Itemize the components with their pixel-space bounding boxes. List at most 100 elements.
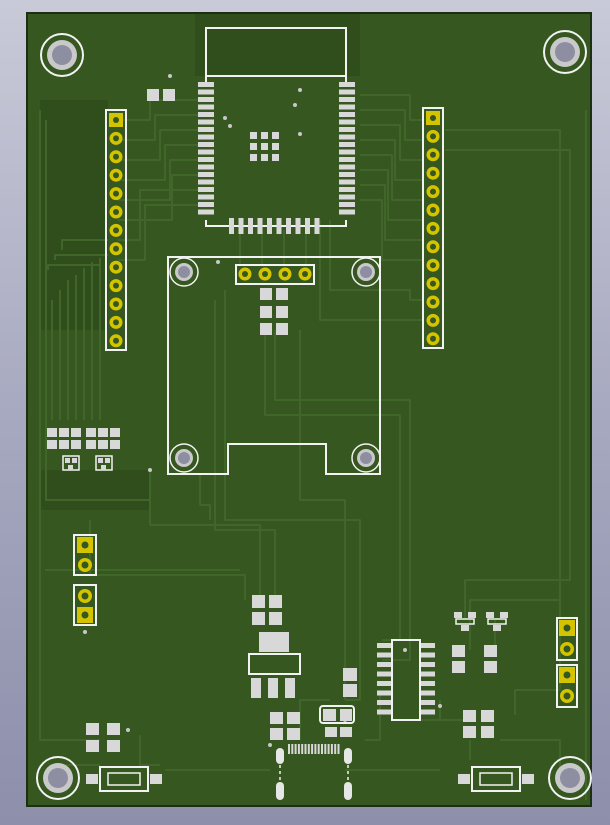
header-pin-hole: [430, 299, 436, 305]
usb-pin: [291, 744, 294, 754]
soic-pad: [421, 671, 435, 677]
header-pin-hole: [430, 207, 436, 213]
soic-pad: [421, 681, 435, 686]
esp-pad: [339, 179, 355, 185]
header-pin-hole: [113, 264, 119, 271]
esp-pad: [339, 97, 355, 102]
board-substrate: [28, 14, 590, 805]
esp-pad: [339, 142, 355, 147]
esp-ground-pads: [250, 132, 279, 161]
soic-pad: [377, 700, 391, 705]
esp-pad: [276, 218, 282, 234]
esp-pad: [339, 194, 355, 200]
esp-pad: [339, 202, 355, 207]
esp-pad: [339, 157, 355, 162]
usb-pin: [337, 744, 340, 754]
esp-pad: [248, 218, 253, 234]
soic-pad: [421, 643, 435, 648]
esp-pad: [339, 187, 355, 192]
header-pin-hole: [113, 337, 119, 344]
esp-pad: [198, 112, 214, 117]
esp-pad: [339, 149, 355, 155]
usb-pin: [314, 744, 317, 754]
usb-pin: [311, 744, 314, 754]
esp-pad: [267, 218, 272, 234]
header-pin-hole: [113, 245, 119, 252]
esp-pad: [339, 209, 355, 215]
mounting-hole-br: [548, 756, 592, 800]
header-pin-hole: [113, 227, 119, 234]
esp-pad: [339, 82, 355, 87]
soic-pad: [377, 671, 391, 677]
esp-pad: [198, 202, 214, 207]
esp-pad: [198, 89, 214, 95]
usb-pin: [294, 744, 297, 754]
header-pin-hole: [430, 188, 436, 195]
esp-pad: [198, 82, 214, 87]
header-pin-hole: [430, 225, 436, 232]
esp-pad: [339, 119, 355, 125]
usb-pin: [297, 744, 300, 754]
esp-pad: [198, 127, 214, 132]
usb-pin: [301, 744, 304, 754]
esp-pad: [198, 104, 214, 110]
esp-pad: [339, 89, 355, 95]
usb-pin: [307, 744, 310, 754]
header-pin-hole: [430, 133, 436, 140]
header-pin-hole: [113, 135, 119, 142]
soic-pad: [377, 709, 391, 715]
esp-pad: [198, 164, 214, 170]
esp-pad: [198, 149, 214, 155]
usb-pin: [321, 744, 323, 754]
esp-pad: [198, 187, 214, 192]
esp-pad: [198, 179, 214, 185]
esp-pad: [238, 218, 244, 234]
pcb-render: [26, 12, 592, 807]
esp-pad: [339, 112, 355, 117]
esp-pad: [295, 218, 301, 234]
usb-pin: [304, 744, 307, 754]
esp-pad: [339, 127, 355, 132]
esp-pad: [339, 104, 355, 110]
header-pin-hole: [113, 282, 119, 289]
soic-pad: [421, 709, 435, 715]
usb-pin: [317, 744, 320, 754]
soic-pad: [421, 700, 435, 705]
esp-pad: [339, 164, 355, 170]
header-pin-hole: [430, 262, 436, 269]
header-pin-hole: [430, 280, 436, 287]
esp-pad: [229, 218, 234, 234]
usb-pin: [330, 744, 333, 754]
esp-pad: [198, 97, 214, 102]
esp-pad: [305, 218, 310, 234]
mounting-hole-bl: [36, 756, 80, 800]
soic-pad: [377, 662, 391, 667]
soic-pad: [377, 652, 391, 658]
header-pin-hole: [113, 153, 119, 160]
usb-pin: [324, 744, 327, 754]
esp-pad: [198, 172, 214, 177]
header-pin-hole: [430, 335, 436, 342]
esp-pad: [286, 218, 291, 234]
esp-pad: [339, 172, 355, 177]
esp-pad: [198, 209, 214, 215]
header-pin-hole: [113, 117, 119, 123]
mounting-hole-tr: [543, 30, 587, 74]
esp-pad: [257, 218, 263, 234]
header-pin-hole: [430, 317, 436, 324]
mounting-hole-tl: [40, 33, 84, 77]
header-pin-hole: [113, 209, 119, 215]
esp-pad: [198, 194, 214, 200]
soic-pad: [421, 662, 435, 667]
header-pin-hole: [113, 319, 119, 326]
header-pin-hole: [430, 170, 436, 177]
header-pin-hole: [113, 190, 119, 197]
esp-pad: [314, 218, 320, 234]
esp-pad: [198, 134, 214, 140]
header-pin-hole: [113, 172, 119, 179]
soic-pad: [377, 643, 391, 648]
esp-pad: [198, 119, 214, 125]
esp-pad: [198, 142, 214, 147]
header-pin-hole: [430, 115, 436, 121]
header-pin-hole: [113, 301, 119, 307]
